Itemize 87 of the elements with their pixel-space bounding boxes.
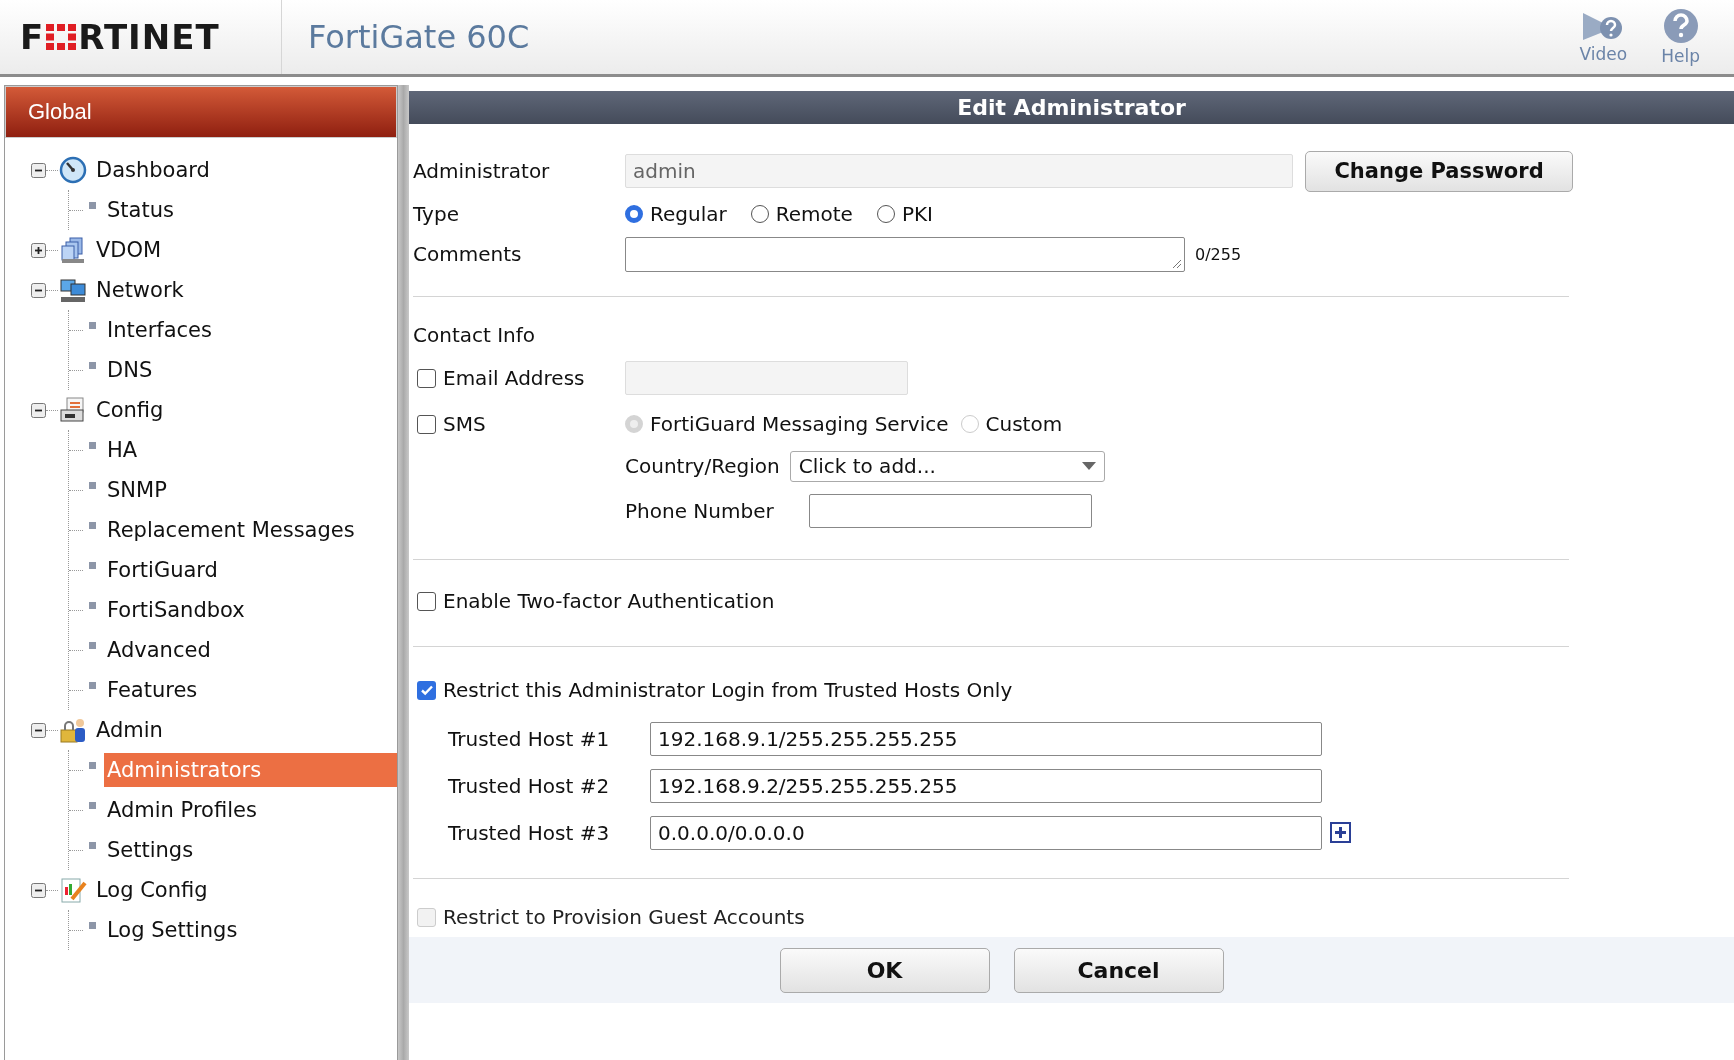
option-label: FortiGuard Messaging Service [650,412,949,436]
checkbox-label: Enable Two-factor Authentication [443,589,775,613]
field-label: Trusted Host #3 [447,820,611,845]
field-label: Country/Region [625,454,780,478]
logo-grid-icon [46,24,77,50]
tree-item[interactable]: Advanced [104,633,397,667]
bullet-icon [89,481,96,489]
field-label: Trusted Host #1 [447,726,611,751]
bullet-icon [89,641,96,649]
collapse-icon[interactable] [31,282,46,298]
bullet-icon [89,601,96,609]
character-counter: 0/255 [1195,244,1242,264]
bullet-icon [89,921,96,929]
tree-item[interactable]: Settings [104,833,397,867]
field-label: Trusted Host #2 [447,773,611,798]
section-heading: Contact Info [413,323,536,347]
collapse-icon[interactable] [31,402,46,418]
tree-item[interactable]: HA [104,433,397,467]
radio-button[interactable] [625,205,643,223]
collapse-icon[interactable] [31,882,46,898]
change-password-button[interactable]: Change Password [1305,150,1573,192]
expand-icon[interactable] [31,242,46,258]
bullet-icon [89,201,96,209]
collapse-icon[interactable] [31,722,46,738]
tree-item[interactable]: Network [96,278,184,302]
checkbox-label: SMS [443,412,486,436]
checkbox-label: Restrict this Administrator Login from Trusted Hosts Only [443,678,1013,702]
trusted-host-field[interactable]: 192.168.9.1/255.255.255.255 [650,721,1322,756]
tree-item[interactable]: VDOM [96,238,162,262]
checkbox[interactable] [417,591,436,611]
field-label: Comments [413,242,523,266]
field-label: Phone Number [625,499,775,523]
collapse-icon[interactable] [31,162,46,178]
dialog-title: Edit Administrator [409,91,1734,124]
fortinet-logo: F RTINET [0,0,282,74]
option-label: Custom [985,412,1063,436]
cancel-button[interactable]: Cancel [1013,947,1224,993]
trusted-host-field[interactable]: 192.168.9.2/255.255.255.255 [650,768,1322,803]
tree-item[interactable]: Dashboard [96,158,210,182]
field-label: Administrator [413,159,551,183]
tree-item[interactable]: FortiGuard [104,553,397,587]
menu-item-icon [58,875,88,905]
option-label: Regular [650,202,727,226]
option-label: PKI [901,202,933,226]
menu-item-icon [58,155,88,185]
checkbox[interactable] [417,368,436,388]
tree-item[interactable]: Log Config [96,878,208,902]
tree-item[interactable]: FortiSandbox [104,593,397,627]
tree-item[interactable]: Replacement Messages [104,513,397,547]
bullet-icon [89,761,96,769]
tree-item[interactable]: Admin Profiles [104,793,397,827]
tree-item[interactable]: Log Settings [104,913,397,947]
bullet-icon [89,321,96,329]
phone-number-field[interactable] [809,494,1092,528]
checkbox[interactable] [417,680,436,700]
tree-item[interactable]: Interfaces [104,313,397,347]
checkbox[interactable] [417,414,436,434]
help-icon [1662,8,1699,44]
option-label: Remote [775,202,853,226]
bullet-icon [89,801,96,809]
radio-button[interactable] [876,205,895,223]
administrator-field[interactable]: admin [625,154,1294,188]
sidebar-header: Global [5,86,397,138]
checkbox-label: Restrict to Provision Guest Accounts [443,905,805,929]
tree-item[interactable]: Config [96,398,164,422]
bullet-icon [89,441,96,449]
tree-item[interactable]: Admin [96,718,163,742]
email-field[interactable] [625,361,908,395]
tree-item[interactable]: Status [104,193,397,227]
bullet-icon [89,521,96,529]
caret-icon [1081,462,1096,470]
radio-button[interactable] [750,205,769,223]
add-icon[interactable] [1330,822,1351,843]
ok-button[interactable]: OK [779,947,990,993]
bullet-icon [89,361,96,369]
product-title: FortiGate 60C [308,18,531,56]
field-label: Type [413,202,460,226]
checkbox-label: Email Address [443,366,585,390]
bullet-icon [89,561,96,569]
tree-item[interactable]: DNS [104,353,397,387]
country-dropdown[interactable]: Click to add... [789,450,1105,482]
comments-field[interactable] [625,236,1185,272]
tree-item[interactable]: Features [104,673,397,707]
trusted-host-field[interactable]: 0.0.0.0/0.0.0.0 [650,815,1322,850]
bullet-icon [89,681,96,689]
tree-item[interactable]: SNMP [104,473,397,507]
bullet-icon [89,841,96,849]
